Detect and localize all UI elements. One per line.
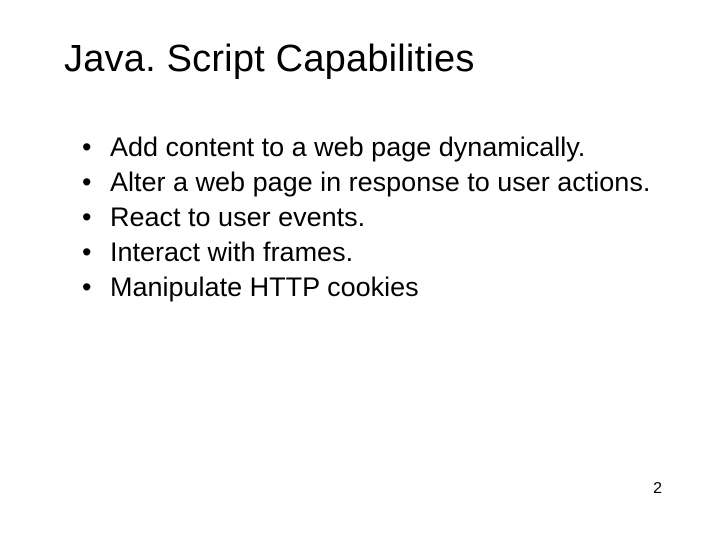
- list-item: Add content to a web page dynamically.: [82, 131, 660, 164]
- page-number: 2: [653, 480, 662, 498]
- slide: Java. Script Capabilities Add content to…: [0, 0, 720, 540]
- list-item: React to user events.: [82, 201, 660, 234]
- bullet-list: Add content to a web page dynamically. A…: [64, 131, 660, 304]
- list-item: Interact with frames.: [82, 236, 660, 269]
- list-item: Manipulate HTTP cookies: [82, 271, 660, 304]
- slide-title: Java. Script Capabilities: [64, 38, 660, 81]
- list-item: Alter a web page in response to user act…: [82, 166, 660, 199]
